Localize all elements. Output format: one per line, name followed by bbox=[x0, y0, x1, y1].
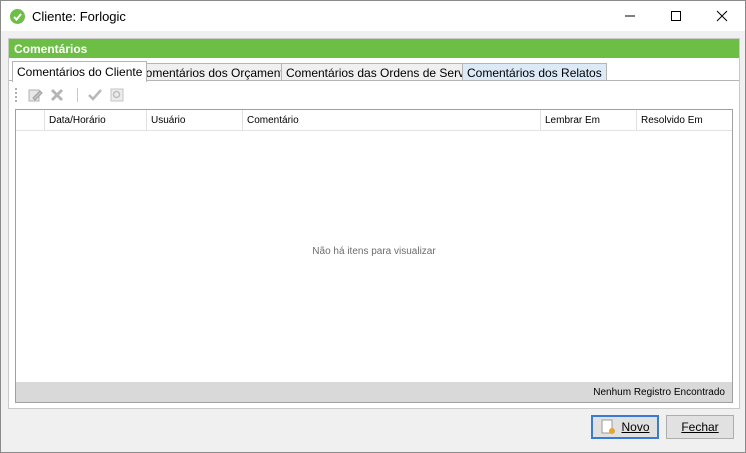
toolbar bbox=[13, 85, 733, 105]
maximize-button[interactable] bbox=[653, 1, 699, 31]
client-window: Cliente: Forlogic Comentários Comentário… bbox=[0, 0, 746, 453]
comments-grid[interactable]: Data/Horário Usuário Comentário Lembrar … bbox=[15, 109, 733, 403]
empty-grid-message: Não há itens para visualizar bbox=[312, 246, 436, 257]
column-header-data-horario[interactable]: Data/Horário bbox=[44, 110, 146, 131]
edit-button[interactable] bbox=[26, 86, 44, 104]
grid-header: Data/Horário Usuário Comentário Lembrar … bbox=[16, 110, 732, 131]
maximize-icon bbox=[671, 11, 681, 21]
check-icon bbox=[88, 89, 102, 101]
minimize-button[interactable] bbox=[607, 1, 653, 31]
edit-icon bbox=[28, 89, 43, 102]
novo-button[interactable]: Novo bbox=[591, 415, 659, 439]
close-icon bbox=[716, 10, 728, 22]
column-header-comentario[interactable]: Comentário bbox=[242, 110, 540, 131]
view-button[interactable] bbox=[108, 86, 126, 104]
column-header-indicator bbox=[16, 110, 44, 131]
toolbar-grip[interactable] bbox=[15, 88, 17, 102]
tab-comentarios-relatos[interactable]: Comentários dos Relatos bbox=[462, 63, 607, 81]
forlogic-logo-icon bbox=[10, 9, 25, 24]
tab-comentarios-orcamentos[interactable]: Comentários dos Orçamentos bbox=[132, 63, 302, 81]
delete-button[interactable] bbox=[48, 86, 66, 104]
delete-icon bbox=[50, 88, 64, 102]
novo-label: Novo bbox=[621, 420, 650, 434]
search-icon bbox=[110, 88, 124, 102]
title-bar[interactable]: Cliente: Forlogic bbox=[1, 1, 745, 31]
tab-strip: Comentários do Cliente Comentários dos O… bbox=[9, 61, 739, 82]
minimize-icon bbox=[625, 15, 635, 17]
grid-status-bar: Nenhum Registro Encontrado bbox=[16, 382, 732, 402]
column-header-usuario[interactable]: Usuário bbox=[146, 110, 242, 131]
column-header-lembrar-em[interactable]: Lembrar Em bbox=[540, 110, 636, 131]
comments-panel: Comentários Comentários do Cliente Comen… bbox=[8, 38, 740, 409]
toolbar-separator bbox=[77, 88, 78, 102]
new-document-icon bbox=[601, 419, 616, 434]
confirm-button[interactable] bbox=[86, 86, 104, 104]
close-button[interactable] bbox=[699, 1, 745, 31]
fechar-button[interactable]: Fechar bbox=[666, 415, 734, 439]
tab-comentarios-cliente[interactable]: Comentários do Cliente bbox=[12, 61, 148, 82]
window-title: Cliente: Forlogic bbox=[32, 9, 126, 24]
section-title: Comentários bbox=[9, 39, 739, 58]
column-header-resolvido-em[interactable]: Resolvido Em bbox=[636, 110, 732, 131]
tab-comentarios-ordens-servico[interactable]: Comentários das Ordens de Serviço bbox=[281, 63, 485, 81]
fechar-label: Fechar bbox=[681, 420, 719, 434]
